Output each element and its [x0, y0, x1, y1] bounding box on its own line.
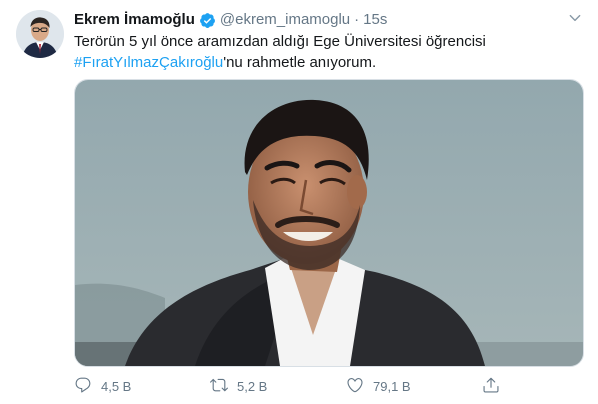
tweet-text-rest: 'nu rahmetle anıyorum. — [223, 54, 377, 71]
reply-icon — [74, 376, 92, 397]
timestamp[interactable]: 15s — [363, 10, 387, 30]
separator-dot: · — [354, 11, 360, 28]
share-button[interactable] — [482, 376, 500, 397]
display-name[interactable]: Ekrem İmamoğlu — [74, 10, 195, 30]
like-button[interactable]: 79,1 B — [346, 376, 411, 397]
reply-button[interactable]: 4,5 B — [74, 376, 131, 397]
retweet-count: 5,2 B — [237, 378, 268, 394]
handle[interactable]: @ekrem_imamoglu — [220, 10, 350, 30]
tweet-header: Ekrem İmamoğlu @ekrem_imamoglu · 15s — [74, 9, 578, 31]
tweet-text: Terörün 5 yıl önce aramızdan aldığı Ege … — [74, 31, 574, 73]
reply-count: 4,5 B — [101, 378, 132, 394]
avatar[interactable] — [16, 10, 64, 58]
like-icon — [346, 376, 364, 397]
retweet-button[interactable]: 5,2 B — [210, 376, 267, 397]
verified-badge-icon — [199, 12, 216, 29]
avatar-image — [16, 10, 64, 58]
like-count: 79,1 B — [373, 378, 411, 394]
tweet[interactable]: Ekrem İmamoğlu @ekrem_imamoglu · 15s Ter… — [0, 0, 598, 404]
tweet-actions: 4,5 B 5,2 B 79,1 B — [74, 374, 514, 398]
tweet-text-line1: Terörün 5 yıl önce aramızdan aldığı Ege … — [74, 33, 486, 50]
retweet-icon — [210, 376, 228, 397]
share-icon — [482, 376, 500, 397]
chevron-down-icon[interactable] — [566, 9, 584, 27]
tweet-photo[interactable] — [74, 79, 584, 367]
photo-image — [75, 80, 583, 366]
hashtag-link[interactable]: #FıratYılmazÇakıroğlu — [74, 54, 223, 71]
